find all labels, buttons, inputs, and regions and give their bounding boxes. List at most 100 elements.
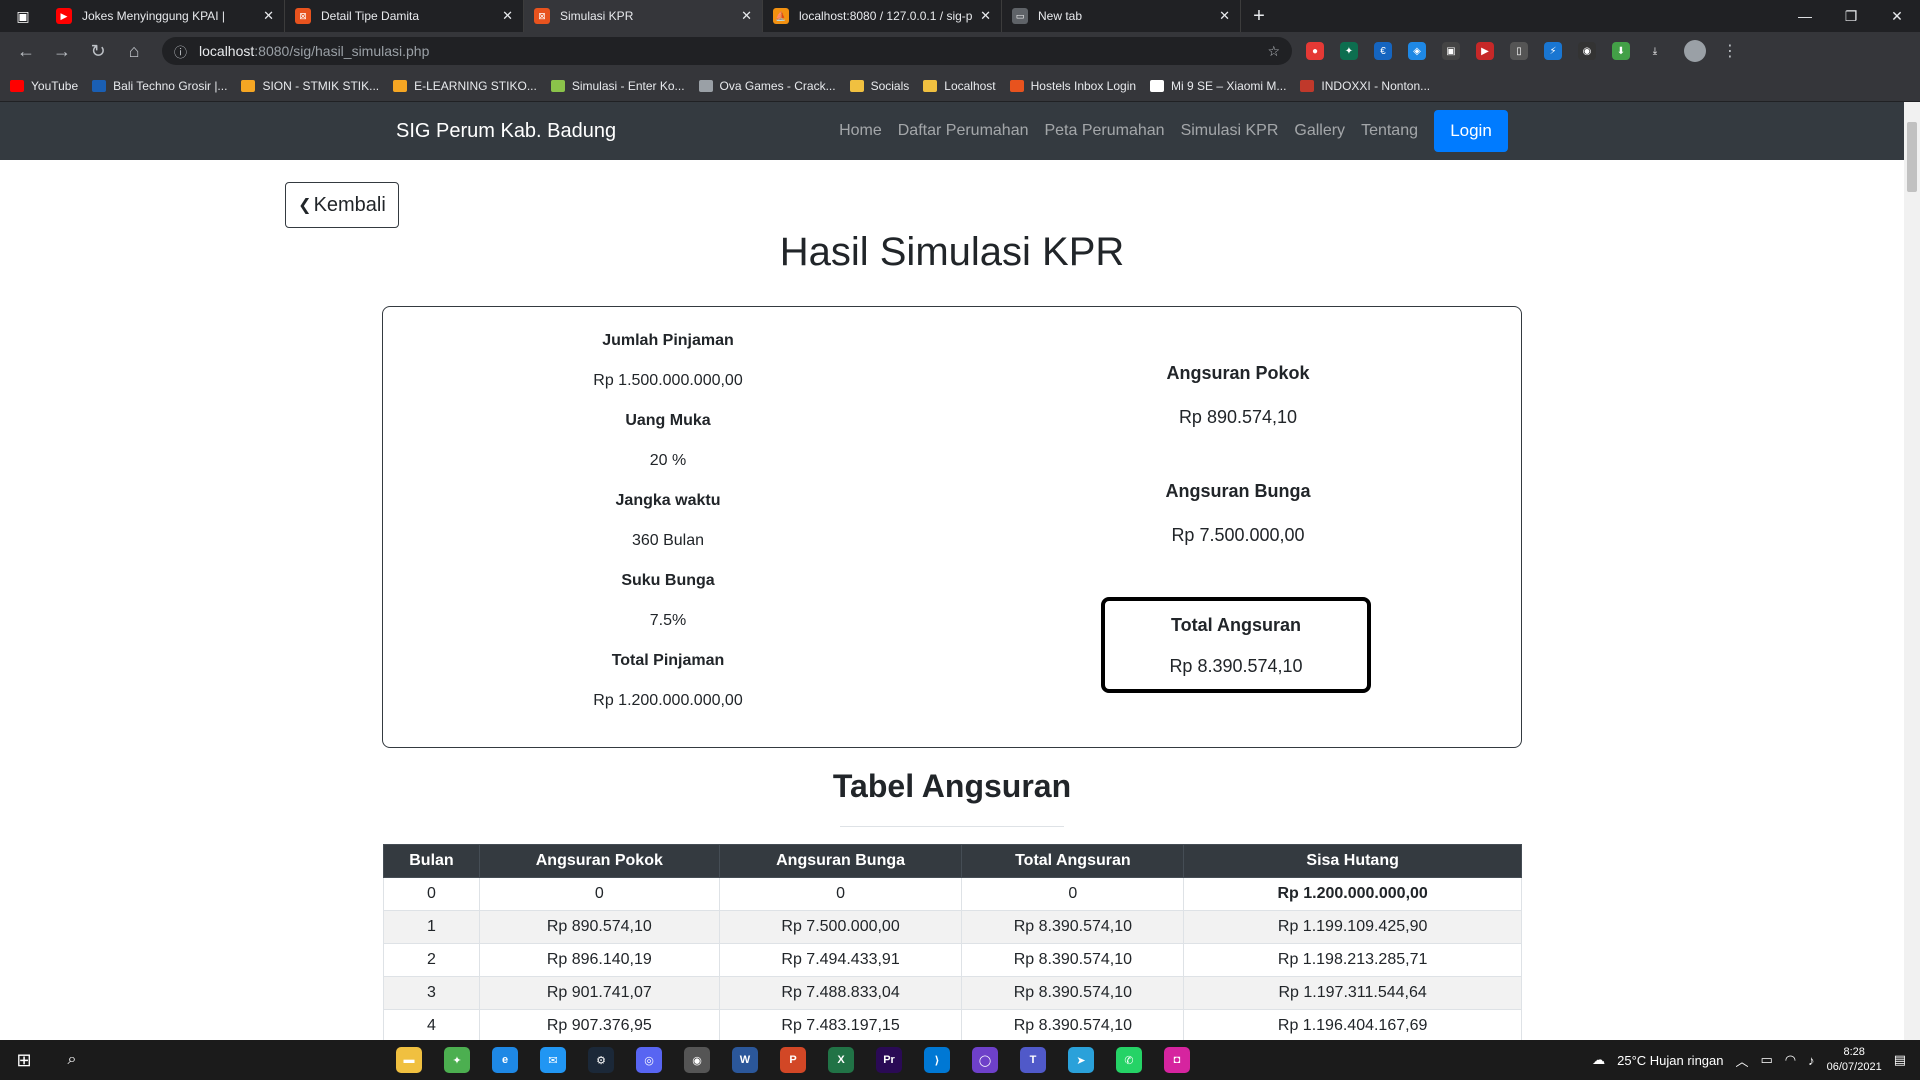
total-angsuran-value: Rp 8.390.574,10 [1169,656,1303,676]
tab-strip: ▣ ▶ Jokes Menyinggung KPAI | ✕ ⊠ Detail Tip… [0,0,1920,32]
powerpoint-icon[interactable]: P [780,1047,806,1073]
table-cell: Rp 1.200.000.000,00 [1183,877,1522,911]
close-tab-icon[interactable]: ✕ [980,8,991,24]
reload-icon[interactable]: ↻ [80,41,116,62]
table-header-row: Bulan Angsuran Pokok Angsuran Bunga Total A… [383,844,1522,878]
bookmark-icon [1300,79,1315,92]
extension-icon[interactable]: ● [1306,42,1324,60]
weather-text[interactable]: 25°C Hujan ringan [1617,1053,1723,1068]
bookmark-item[interactable]: Mi 9 SE – Xiaomi M... [1150,79,1286,93]
browser-tab[interactable]: ▶ Jokes Menyinggung KPAI | ✕ [46,0,285,32]
column-header[interactable]: Angsuran Pokok [478,844,720,878]
download-icon[interactable]: ⤓ [1646,42,1664,60]
instagram-icon[interactable]: ◘ [1164,1047,1190,1073]
edge-icon[interactable]: e [492,1047,518,1073]
browser-tab[interactable]: ⛵ localhost:8080 / 127.0.0.1 / sig-p ✕ [763,0,1002,32]
browser-tab[interactable]: ⊠ Detail Tipe Damita ✕ [285,0,524,32]
nav-link-simulasi-kpr[interactable]: Simulasi KPR [1181,122,1279,140]
column-header[interactable]: Angsuran Bunga [718,844,963,878]
whatsapp-icon[interactable]: ✆ [1116,1047,1142,1073]
premiere-icon[interactable]: Pr [876,1047,902,1073]
minimize-icon[interactable]: — [1782,0,1828,32]
tray-chevron-icon[interactable]: ︿ [1735,1051,1748,1070]
bookmark-item[interactable]: E-LEARNING STIKO... [393,79,537,93]
bookmark-item[interactable]: Bali Techno Grosir |... [92,79,227,93]
browser-tab[interactable]: ▭ New tab ✕ [1002,0,1241,32]
bookmark-item[interactable]: Hostels Inbox Login [1009,79,1136,93]
windows-start-icon[interactable]: ⊞ [0,1050,48,1071]
battery-icon[interactable]: ▭ [1761,1052,1773,1068]
extension-icon[interactable]: ✦ [1340,42,1358,60]
bookmark-item[interactable]: Ova Games - Crack... [698,79,836,93]
back-arrow-icon[interactable]: ← [8,41,44,62]
close-tab-icon[interactable]: ✕ [502,8,513,24]
nav-link-home[interactable]: Home [839,122,882,140]
bookmark-item[interactable]: Localhost [923,79,996,93]
column-header[interactable]: Bulan [383,844,480,878]
file-explorer-icon[interactable]: ▬ [396,1047,422,1073]
total-angsuran-box: Total Angsuran Rp 8.390.574,10 [1101,597,1371,693]
scrollbar-thumb[interactable] [1907,122,1917,192]
app-2-icon[interactable]: ✦ [444,1047,470,1073]
bookmark-item[interactable]: Simulasi - Enter Ko... [550,79,685,93]
camera-icon[interactable]: ◉ [1578,42,1596,60]
app-7-icon[interactable]: ◉ [684,1047,710,1073]
nav-link-gallery[interactable]: Gallery [1294,122,1345,140]
bookmark-item[interactable]: INDOXXI - Nonton... [1300,79,1430,93]
close-tab-icon[interactable]: ✕ [263,8,274,24]
close-tab-icon[interactable]: ✕ [741,8,752,24]
table-cell: Rp 8.390.574,10 [961,910,1185,944]
bookmark-label: Bali Techno Grosir |... [113,78,228,93]
weather-icon[interactable]: ☁ [1592,1052,1605,1068]
bookmark-item[interactable]: Socials [849,79,909,93]
extension-icon[interactable]: ▶ [1476,42,1494,60]
vscode-icon[interactable]: ⟩ [924,1047,950,1073]
telegram-icon[interactable]: ➤ [1068,1047,1094,1073]
word-icon[interactable]: W [732,1047,758,1073]
menu-dots-icon[interactable]: ⋮ [1722,41,1738,61]
clock[interactable]: 8:28 06/07/2021 [1827,1045,1882,1075]
bookmark-item[interactable]: SION - STMIK STIK... [241,79,379,93]
search-icon[interactable]: ⌕ [48,1051,96,1069]
detail-value: 7.5% [649,612,687,629]
login-button[interactable]: Login [1434,110,1508,152]
column-header[interactable]: Sisa Hutang [1183,844,1522,878]
profile-avatar[interactable] [1684,40,1706,62]
extension-icon[interactable]: € [1374,42,1392,60]
extension-icon[interactable]: ⚡ [1544,42,1562,60]
volume-icon[interactable]: ♪ [1808,1053,1815,1068]
site-info-icon[interactable]: ⓘ [174,42,187,61]
address-bar[interactable]: ⓘ localhost :8080/sig/hasil_simulasi.php… [162,37,1292,65]
notification-icon[interactable]: ▤ [1894,1052,1906,1068]
nav-link-peta-perumahan[interactable]: Peta Perumahan [1044,122,1164,140]
page-scrollbar[interactable] [1904,102,1920,1040]
excel-icon[interactable]: X [828,1047,854,1073]
wifi-icon[interactable]: ◠ [1785,1052,1796,1068]
extension-icon[interactable]: ◈ [1408,42,1426,60]
browser-tab[interactable]: ⊠ Simulasi KPR ✕ [524,0,763,32]
bookmark-item[interactable]: YouTube [10,79,78,93]
table-cell: Rp 7.488.833,04 [718,976,963,1010]
column-header[interactable]: Total Angsuran [961,844,1185,878]
close-tab-icon[interactable]: ✕ [1219,8,1230,24]
discord-icon[interactable]: ◎ [636,1047,662,1073]
close-window-icon[interactable]: ✕ [1874,0,1920,32]
extension-icon[interactable]: ⬇ [1612,42,1630,60]
extension-icon[interactable]: ▣ [1442,42,1460,60]
restore-icon[interactable]: ❐ [1828,0,1874,32]
back-button[interactable]: ❮ Kembali [285,182,399,228]
site-brand[interactable]: SIG Perum Kab. Badung [396,120,616,143]
chat-icon[interactable]: ✉ [540,1047,566,1073]
teams-icon[interactable]: T [1020,1047,1046,1073]
github-icon[interactable]: ◯ [972,1047,998,1073]
new-tab-button[interactable]: + [1241,0,1277,32]
nav-link-daftar-perumahan[interactable]: Daftar Perumahan [898,122,1029,140]
tab-actions-icon[interactable]: ▣ [0,0,46,32]
favorite-star-icon[interactable]: ☆ [1267,43,1280,60]
home-icon[interactable]: ⌂ [116,41,152,62]
nav-link-tentang[interactable]: Tentang [1361,122,1418,140]
extension-icon[interactable]: ▯ [1510,42,1528,60]
chevron-left-icon: ❮ [298,197,312,214]
forward-arrow-icon[interactable]: → [44,41,80,62]
steam-icon[interactable]: ⚙ [588,1047,614,1073]
